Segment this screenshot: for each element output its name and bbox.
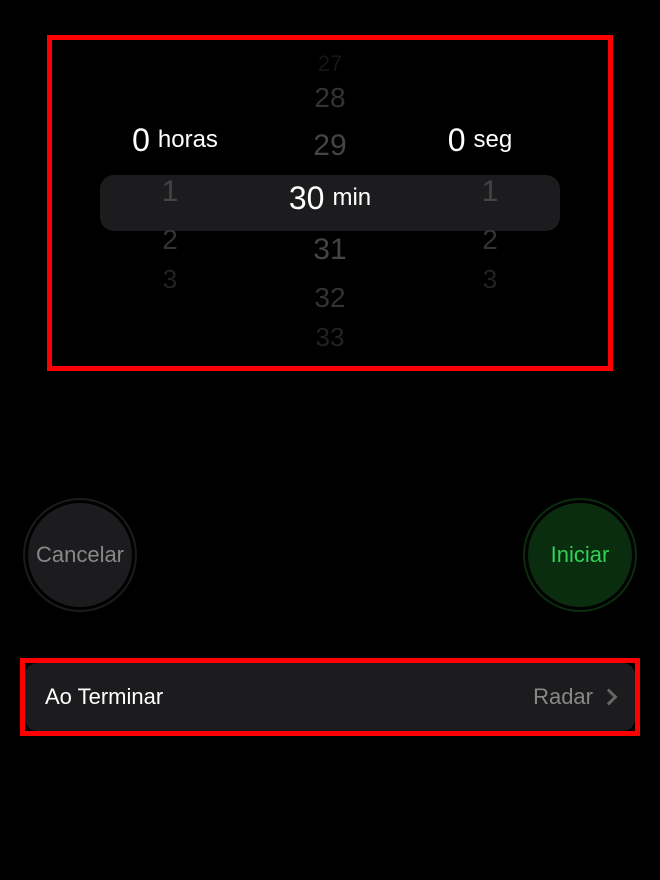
time-picker[interactable]: 0 horas 1 2 3 27 28 29 30 min xyxy=(47,35,613,371)
picker-option[interactable]: 27 xyxy=(318,54,342,74)
seconds-unit-label: seg xyxy=(474,126,513,154)
picker-option[interactable]: 3 xyxy=(163,264,177,294)
when-timer-ends-row[interactable]: Ao Terminar Radar xyxy=(25,663,635,731)
picker-option[interactable]: 32 xyxy=(314,274,345,322)
action-buttons-row: Cancelar Iniciar xyxy=(0,500,660,610)
hours-column[interactable]: 0 horas 1 2 3 xyxy=(90,35,250,371)
minutes-unit-label: min xyxy=(332,184,371,212)
start-button[interactable]: Iniciar xyxy=(525,500,635,610)
picker-option[interactable]: 2 xyxy=(162,216,178,264)
hours-selected-value: 0 xyxy=(132,122,150,159)
chevron-right-icon xyxy=(601,689,618,706)
hours-unit-label: horas xyxy=(158,126,218,154)
picker-option[interactable]: 1 xyxy=(482,168,499,216)
picker-option[interactable]: 29 xyxy=(313,122,346,170)
minutes-column[interactable]: 27 28 29 30 min 31 32 33 xyxy=(250,35,410,371)
picker-option[interactable]: 3 xyxy=(483,264,497,294)
settings-row-value-wrap: Radar xyxy=(533,684,615,710)
seconds-selected-value: 0 xyxy=(448,122,466,159)
settings-row-label: Ao Terminar xyxy=(45,684,163,710)
settings-row-value: Radar xyxy=(533,684,593,710)
picker-option[interactable]: 28 xyxy=(314,74,345,122)
picker-option[interactable]: 33 xyxy=(316,322,345,352)
picker-option[interactable]: 1 xyxy=(162,168,179,216)
cancel-button-label: Cancelar xyxy=(36,542,124,568)
seconds-column[interactable]: 0 seg 1 2 3 xyxy=(410,35,570,371)
minutes-selected-value: 30 xyxy=(289,180,325,217)
cancel-button[interactable]: Cancelar xyxy=(25,500,135,610)
picker-option[interactable]: 2 xyxy=(482,216,498,264)
start-button-label: Iniciar xyxy=(551,542,610,568)
picker-option[interactable]: 31 xyxy=(313,226,346,274)
